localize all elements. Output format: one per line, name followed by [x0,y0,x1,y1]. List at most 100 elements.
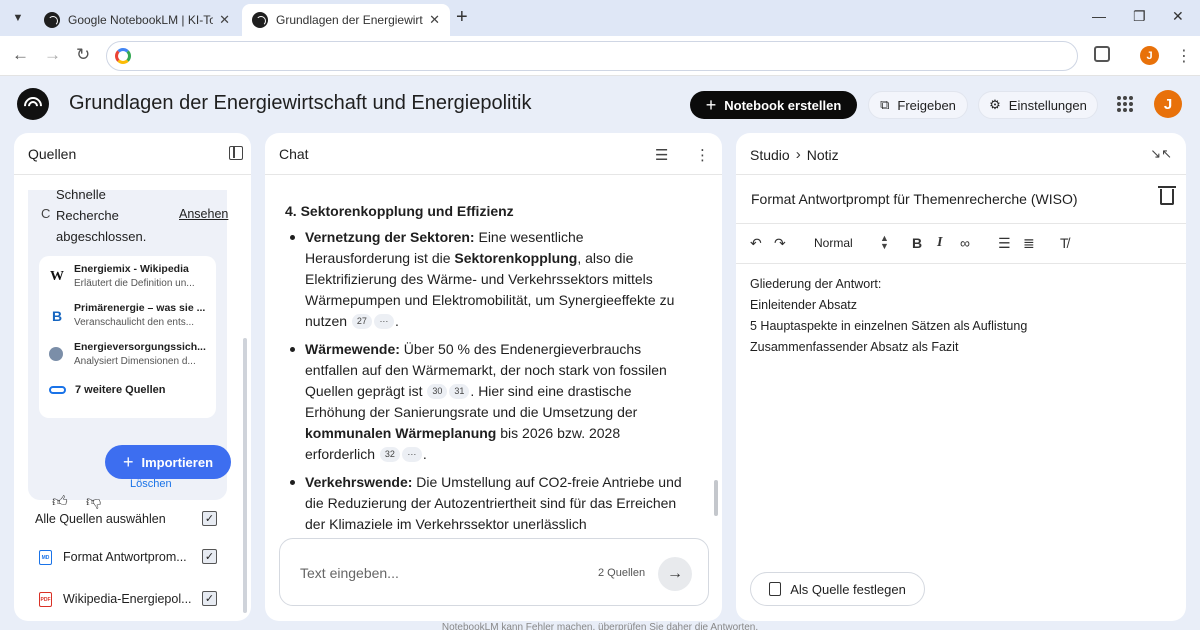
source-title: Energiemix - Wikipedia [74,263,189,275]
send-button[interactable]: → [658,557,692,591]
bullet-heading: Vernetzung der Sektoren: [305,229,475,245]
collapse-arrows-icon[interactable]: ↘↖ [1150,146,1172,162]
close-tab-icon[interactable]: ✕ [219,12,230,28]
italic-icon[interactable]: I [937,235,942,251]
new-tab-button[interactable]: + [456,7,468,27]
share-label: Freigeben [897,97,956,113]
source-file-label: Format Antwortprom... [63,550,187,564]
research-status-text: Schnelle Recherche abgeschlossen. [56,187,147,244]
breadcrumb-note: Notiz [806,146,839,163]
bullet-text: . [394,313,399,329]
set-as-source-button[interactable]: Als Quelle festlegen [750,572,925,606]
source-description: Erläutert die Definition un... [74,278,195,289]
create-notebook-button[interactable]: + Notebook erstellen [690,91,857,119]
minimize-icon[interactable]: — [1092,8,1106,24]
citation-chip[interactable]: 32 [379,447,400,462]
collapse-panel-icon[interactable] [229,146,243,160]
citation-chip[interactable]: 30 [427,384,448,399]
select-all-checkbox[interactable]: ✓ [202,511,217,526]
sources-panel: Quellen C Schnelle Recherche abgeschloss… [14,133,251,621]
reload-icon[interactable]: ↻ [76,45,90,65]
link-icon[interactable]: ∞ [960,235,970,251]
share-icon: ⧉ [880,97,890,112]
apps-grid-icon[interactable] [1117,96,1133,112]
notebooklm-favicon-icon [44,12,60,28]
text-style-select[interactable]: Normal ▲ ▼ [814,234,889,251]
source-checkbox[interactable]: ✓ [202,591,217,606]
chat-scrollbar[interactable] [714,480,718,516]
notebook-title[interactable]: Grundlagen der Energiewirtschaft und Ene… [69,92,532,115]
note-editor[interactable]: Gliederung der Antwort: Einleitender Abs… [750,274,1170,358]
markdown-file-icon: MD [39,550,52,565]
extensions-icon[interactable] [1094,46,1110,62]
notebooklm-logo-icon[interactable] [17,88,49,120]
delete-research-link[interactable]: Löschen [130,478,172,490]
note-line: 5 Hauptaspekte in einzelnen Sätzen als A… [750,319,1028,333]
source-count-label: 2 Quellen [598,567,646,579]
tab-title: Google NotebookLM | KI-Tool für Notizen [68,13,214,27]
close-window-icon[interactable]: ✕ [1172,8,1184,25]
note-title[interactable]: Format Antwortprompt für Themenrecherche… [751,191,1078,207]
chevron-down-icon[interactable]: ▼ [6,6,30,30]
chat-panel: Chat ☰ ⋮ 4. Sektorenkopplung und Effizie… [265,133,722,621]
address-bar[interactable] [106,41,1078,71]
thumbs-up-icon[interactable]: 👍︎ [52,493,68,511]
more-sources-link[interactable]: 7 weitere Quellen [49,384,165,396]
redo-icon[interactable]: ↷ [774,235,786,252]
assistant-response: 4. Sektorenkopplung und Effizienz Vernet… [285,201,685,535]
found-source-item[interactable]: W Energiemix - Wikipedia Erläutert die D… [39,260,216,296]
maximize-icon[interactable]: ❐ [1133,8,1146,25]
response-bullet: Wärmewende: Über 50 % des Endenergieverb… [285,339,685,465]
formatting-toolbar: ↶ ↷ Normal ▲ ▼ B I ∞ ☰ ≣ T̸ [736,224,1186,264]
breadcrumb-studio[interactable]: Studio [750,147,790,163]
sources-scrollbar[interactable] [243,338,247,613]
browser-tab-bar: ▼ Google NotebookLM | KI-Tool für Notize… [0,0,1200,36]
view-research-link[interactable]: Ansehen [179,207,228,221]
found-source-item[interactable]: B Primärenergie – was sie ... Veranschau… [39,299,216,335]
bullet-heading: Verkehrswende: [305,474,413,490]
source-description: Veranschaulicht den ents... [74,317,195,328]
citation-chip[interactable]: 31 [449,384,470,399]
settings-button[interactable]: ⚙ Einstellungen [978,91,1098,119]
forward-arrow-icon[interactable]: → [44,45,61,65]
tune-settings-icon[interactable]: ☰ [655,146,668,164]
citation-more-chip[interactable]: ··· [373,314,394,329]
user-avatar[interactable]: J [1154,90,1182,118]
more-options-icon[interactable]: ⋮ [695,146,710,164]
close-tab-icon[interactable]: ✕ [429,12,440,28]
source-file-row[interactable]: MD Format Antwortprom... ✓ [34,548,234,568]
bullet-emphasis: kommunalen Wärmeplanung [305,425,497,441]
browser-tab[interactable]: Google NotebookLM | KI-Tool für Notizen … [34,4,240,36]
studio-panel: Studio › Notiz ↘↖ Format Antwortprompt f… [736,133,1186,621]
browser-toolbar: ← → ↻ J ⋮ [0,36,1200,76]
source-checkbox[interactable]: ✓ [202,549,217,564]
chat-text-input[interactable] [300,565,560,581]
bold-icon[interactable]: B [912,235,922,251]
chevron-right-icon: › [795,146,801,163]
browser-profile-avatar[interactable]: J [1140,46,1159,65]
bulleted-list-icon[interactable]: ≣ [1023,235,1035,252]
select-all-sources-row[interactable]: Alle Quellen auswählen ✓ [34,510,234,530]
found-sources-list: W Energiemix - Wikipedia Erläutert die D… [39,256,216,418]
bullet-heading: Wärmewende: [305,341,400,357]
chat-message-area[interactable]: 4. Sektorenkopplung und Effizienz Vernet… [265,175,722,535]
google-icon [115,48,131,64]
import-button[interactable]: + Importieren [105,445,231,479]
browser-tab-active[interactable]: Grundlagen der Energiewirtschaft und Ene… [242,4,450,36]
numbered-list-icon[interactable]: ☰ [998,235,1011,252]
browser-menu-icon[interactable]: ⋮ [1176,46,1192,66]
disclaimer-text: NotebookLM kann Fehler machen, überprüfe… [441,622,759,630]
citation-more-chip[interactable]: ··· [401,447,422,462]
back-arrow-icon[interactable]: ← [12,45,29,65]
trash-icon[interactable] [1158,186,1176,205]
settings-label: Einstellungen [1008,97,1087,113]
found-source-item[interactable]: Energieversorgungssich... Analysiert Dim… [39,338,216,374]
share-button[interactable]: ⧉ Freigeben [868,91,968,119]
thumbs-down-icon[interactable]: 👎︎ [86,493,101,511]
source-file-row[interactable]: PDF Wikipedia-Energiepol... ✓ [34,590,234,610]
tab-title: Grundlagen der Energiewirtschaft und Ene… [276,13,423,27]
citation-chip[interactable]: 27 [351,314,372,329]
updown-arrows-icon: ▲ ▼ [880,233,889,251]
undo-icon[interactable]: ↶ [750,235,762,252]
clear-format-icon[interactable]: T̸ [1060,235,1069,251]
